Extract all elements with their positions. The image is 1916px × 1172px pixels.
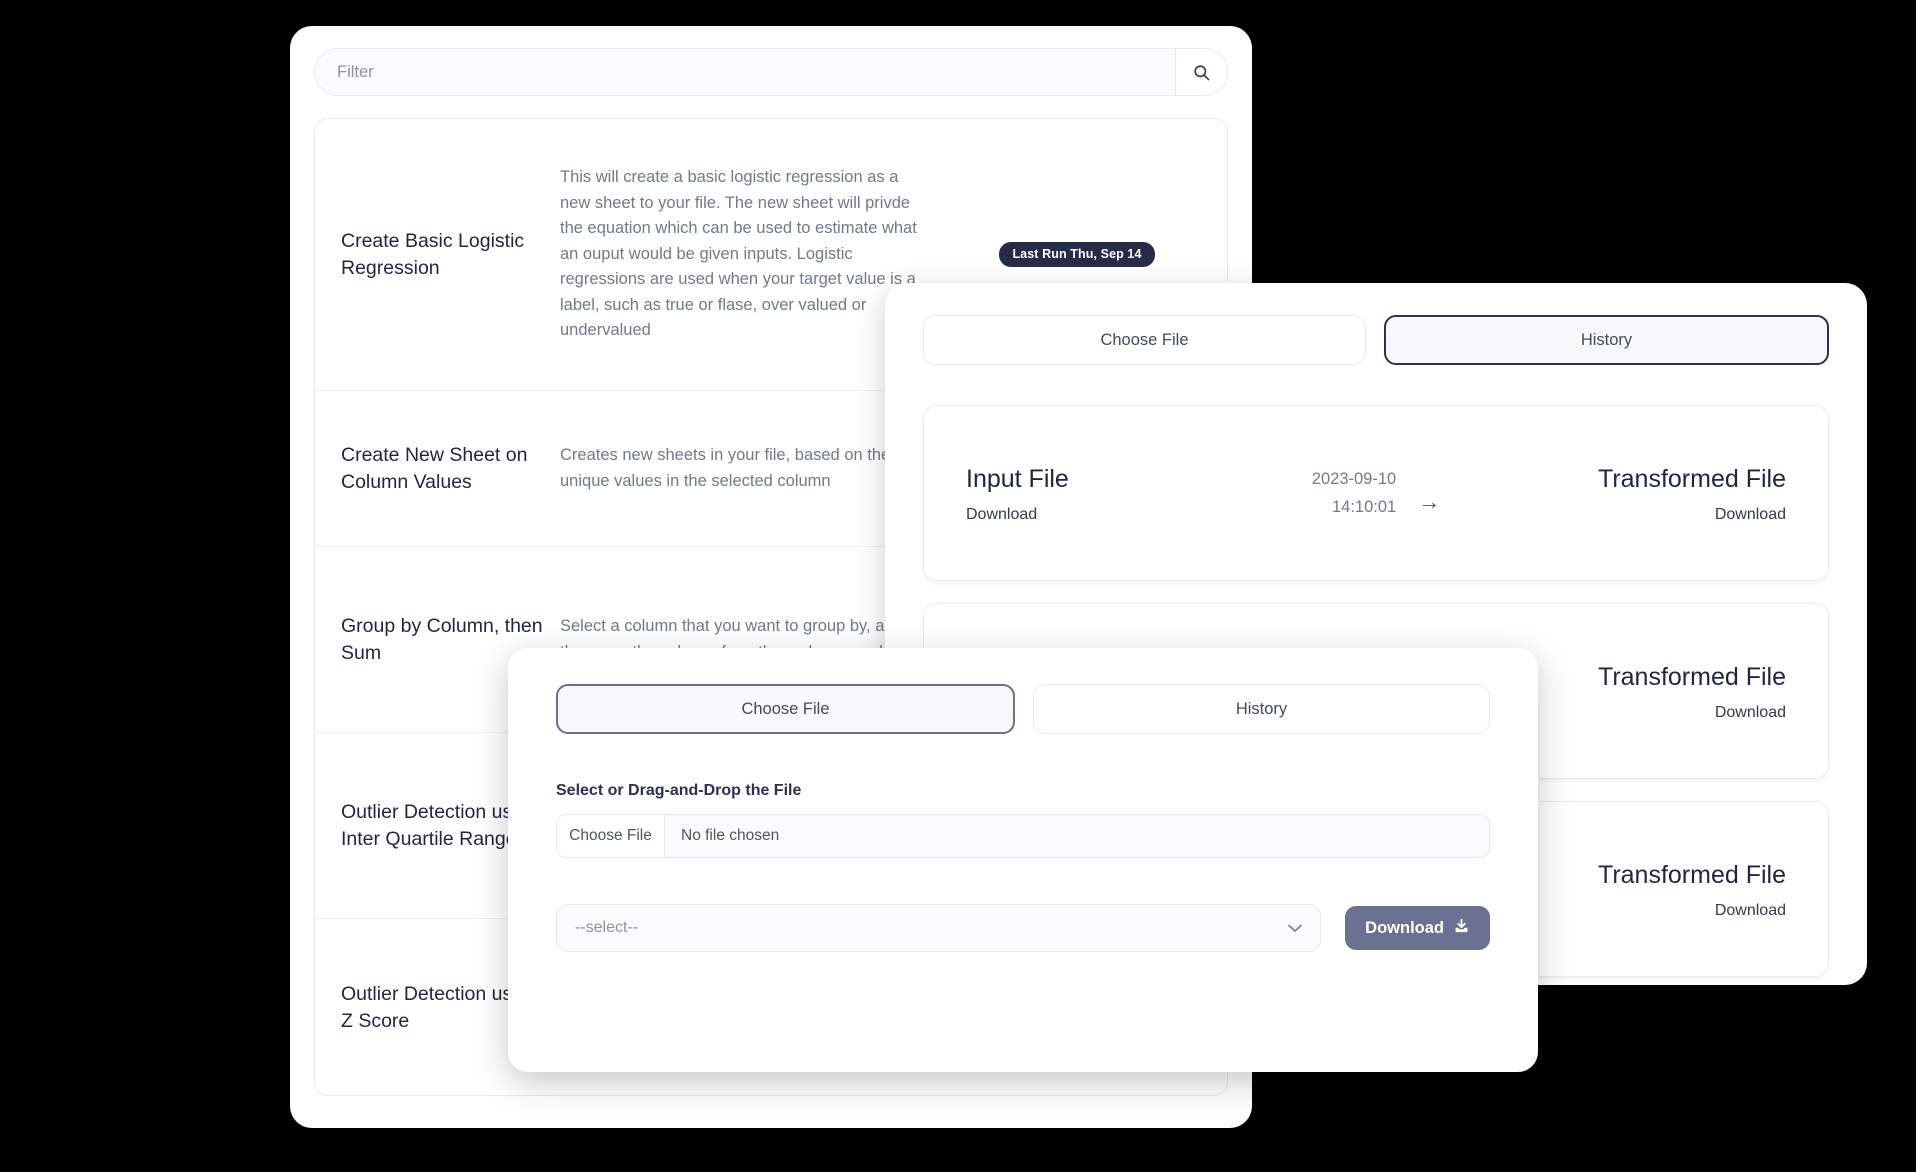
history-datetime: 2023-09-10 14:10:01 bbox=[1312, 465, 1396, 521]
transformed-file-title: Transformed File bbox=[1597, 861, 1786, 889]
list-item-title: Create New Sheet on Column Values bbox=[341, 443, 528, 493]
tab-choose-file[interactable]: Choose File bbox=[923, 315, 1366, 365]
screen: Create Basic Logistic Regression This wi… bbox=[0, 0, 1916, 1172]
download-button[interactable]: Download bbox=[1345, 906, 1490, 950]
upload-actions-row: --select-- Download bbox=[556, 904, 1490, 952]
upload-modal: Choose File History Select or Drag-and-D… bbox=[508, 648, 1538, 1072]
chevron-down-icon bbox=[1288, 920, 1303, 936]
history-input-section: Input File Download bbox=[966, 462, 1206, 524]
transformed-file-download-link[interactable]: Download bbox=[1546, 902, 1786, 920]
tab-history[interactable]: History bbox=[1384, 315, 1829, 365]
history-record[interactable]: Input File Download 2023-09-10 14:10:01 … bbox=[923, 405, 1829, 581]
transformed-file-download-link[interactable]: Download bbox=[1546, 506, 1786, 524]
list-item-description: This will create a basic logistic regres… bbox=[560, 167, 917, 340]
drop-zone-label: Select or Drag-and-Drop the File bbox=[556, 782, 802, 799]
file-input-row[interactable]: Choose File No file chosen bbox=[556, 814, 1490, 858]
chosen-file-name: No file chosen bbox=[681, 827, 780, 844]
transformation-select-value: --select-- bbox=[575, 919, 639, 936]
history-output-section: Transformed File Download bbox=[1546, 858, 1786, 920]
search-button[interactable] bbox=[1175, 49, 1227, 95]
download-button-label: Download bbox=[1365, 918, 1444, 937]
list-item-badge-wrap: Last Run Thu, Sep 14 bbox=[927, 242, 1227, 267]
transformed-file-title: Transformed File bbox=[1597, 465, 1786, 493]
transformation-select[interactable]: --select-- bbox=[556, 904, 1322, 952]
list-item-title: Create Basic Logistic Regression bbox=[341, 229, 525, 279]
tab-history[interactable]: History bbox=[1033, 684, 1490, 734]
filter-input[interactable] bbox=[315, 49, 1175, 95]
arrow-right-icon: → bbox=[1418, 489, 1441, 514]
list-item-description: Creates new sheets in your file, based o… bbox=[560, 445, 891, 490]
input-file-download-link[interactable]: Download bbox=[966, 506, 1206, 524]
history-timestamp-section: 2023-09-10 14:10:01 → bbox=[1206, 465, 1546, 521]
tab-choose-file[interactable]: Choose File bbox=[556, 684, 1015, 734]
input-file-title: Input File bbox=[966, 465, 1069, 493]
history-output-section: Transformed File Download bbox=[1546, 462, 1786, 524]
upload-tab-row: Choose File History bbox=[556, 684, 1490, 734]
history-output-section: Transformed File Download bbox=[1546, 660, 1786, 722]
search-icon bbox=[1192, 63, 1211, 82]
transformed-file-title: Transformed File bbox=[1597, 663, 1786, 691]
filter-bar bbox=[314, 48, 1228, 96]
choose-file-button[interactable]: Choose File bbox=[557, 815, 665, 857]
last-run-badge: Last Run Thu, Sep 14 bbox=[999, 242, 1155, 267]
download-icon bbox=[1453, 917, 1470, 939]
history-tab-row: Choose File History bbox=[923, 315, 1829, 365]
transformed-file-download-link[interactable]: Download bbox=[1546, 704, 1786, 722]
history-date: 2023-09-10 bbox=[1311, 470, 1397, 488]
history-time: 14:10:01 bbox=[1331, 498, 1397, 516]
